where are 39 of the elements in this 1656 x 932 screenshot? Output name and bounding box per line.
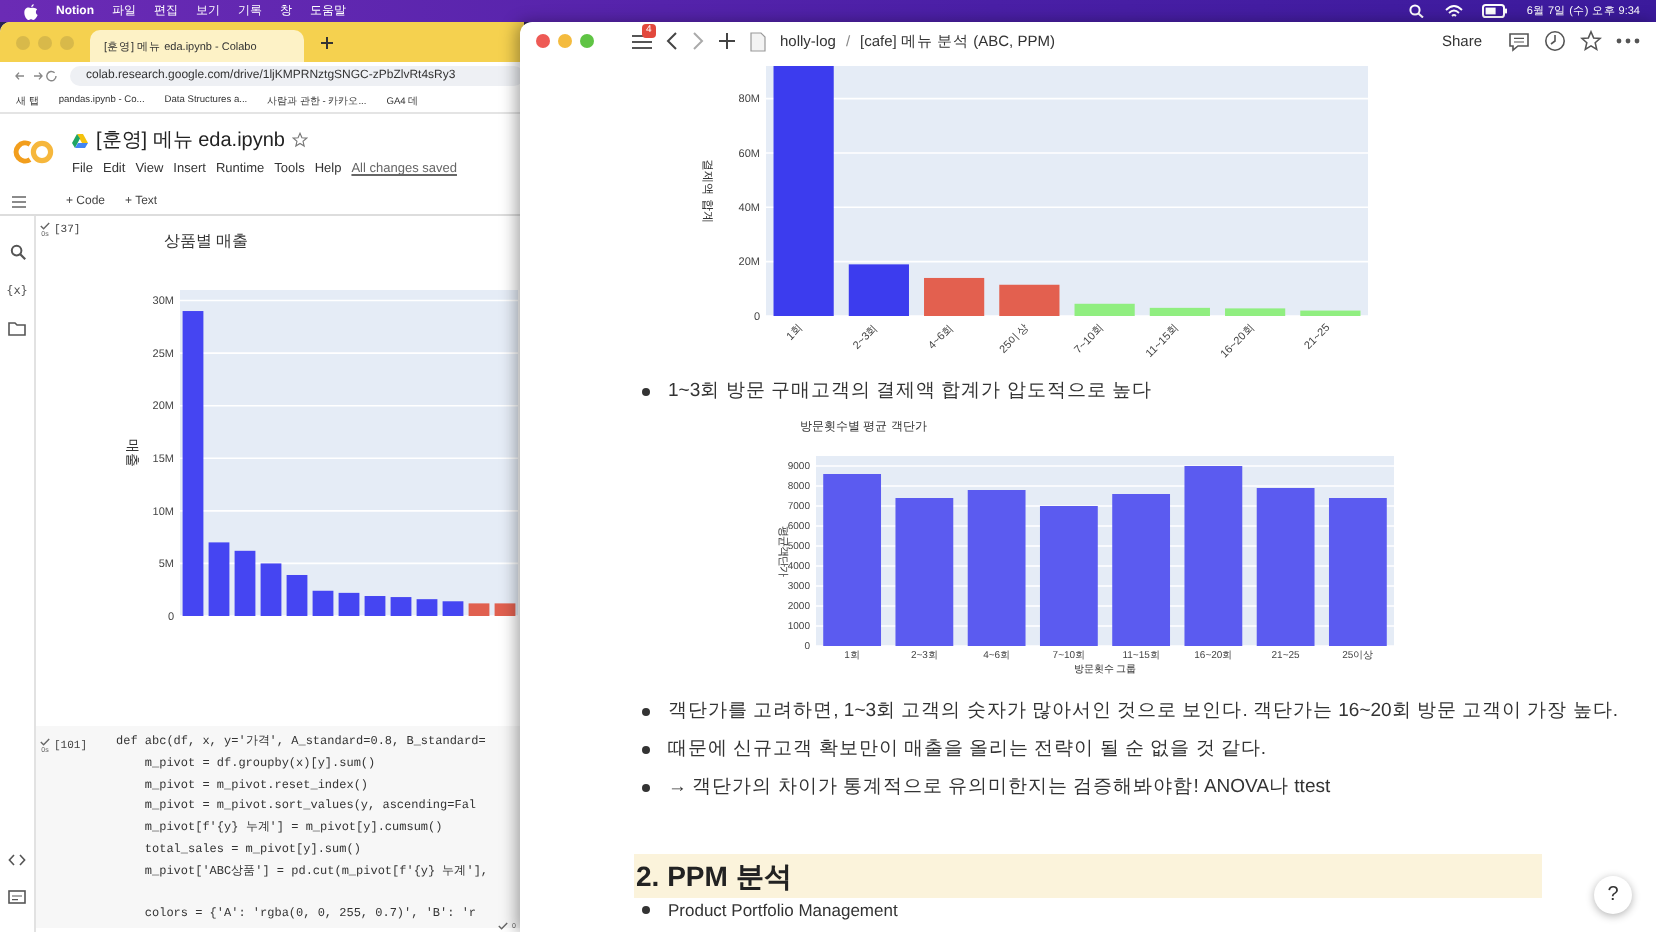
bullet-icon — [642, 707, 650, 715]
check-icon — [40, 738, 50, 746]
menu-icon[interactable] — [632, 33, 652, 49]
folder-icon[interactable] — [8, 322, 26, 336]
drive-icon — [72, 133, 88, 147]
menu-icon[interactable] — [12, 195, 26, 207]
page-icon — [750, 31, 766, 51]
help-button[interactable]: ? — [1594, 876, 1632, 914]
notebook-title[interactable]: [훈영] 메뉴 eda.ipynb — [96, 126, 285, 154]
plus-icon[interactable] — [320, 35, 334, 49]
bullet-text: → 객단가의 차이가 통계적으로 유의미한지는 검증해봐야함! ANOVA나 ttest — [668, 774, 1331, 800]
wifi-icon[interactable] — [1444, 4, 1465, 18]
bullet-icon — [642, 745, 650, 753]
bullet-icon — [642, 387, 650, 395]
check-icon — [498, 922, 509, 930]
bullet-icon — [642, 906, 650, 914]
chart-title: 상품별 매출 — [164, 232, 249, 250]
code-icon[interactable] — [8, 854, 26, 866]
navigation-arrows-icon[interactable] — [14, 70, 58, 82]
battery-icon[interactable] — [1482, 4, 1509, 18]
terminal-icon[interactable] — [8, 890, 26, 904]
search-icon[interactable] — [9, 244, 25, 260]
check-icon — [40, 222, 50, 230]
comment-icon[interactable] — [1508, 31, 1530, 51]
bullet-text: 때문에 신규고객 확보만이 매출을 올리는 전략이 될 순 없을 것 같다. — [668, 736, 1267, 762]
bullet-icon — [642, 783, 650, 791]
bullet-text: 객단가를 고려하면, 1~3회 고객의 숫자가 많아서인 것으로 보인다. 객단가는 16~20회 방문 고객이 가장 높다. — [668, 698, 1619, 724]
back-icon[interactable] — [666, 32, 678, 50]
star-icon[interactable] — [292, 132, 309, 148]
search-icon[interactable] — [1408, 4, 1427, 18]
clock-icon[interactable] — [1544, 30, 1566, 52]
bullet-text: Product Portfolio Management — [668, 900, 898, 920]
apple-icon[interactable] — [24, 3, 38, 19]
close-button[interactable] — [536, 34, 550, 48]
more-icon[interactable] — [1616, 38, 1640, 44]
bullet-text: 1~3회 방문 구매고객의 결제액 합계가 압도적으로 높다 — [668, 378, 1152, 404]
star-icon[interactable] — [1580, 30, 1602, 52]
plus-icon[interactable] — [718, 32, 736, 50]
section-heading: 2. PPM 분석 — [634, 854, 1542, 898]
